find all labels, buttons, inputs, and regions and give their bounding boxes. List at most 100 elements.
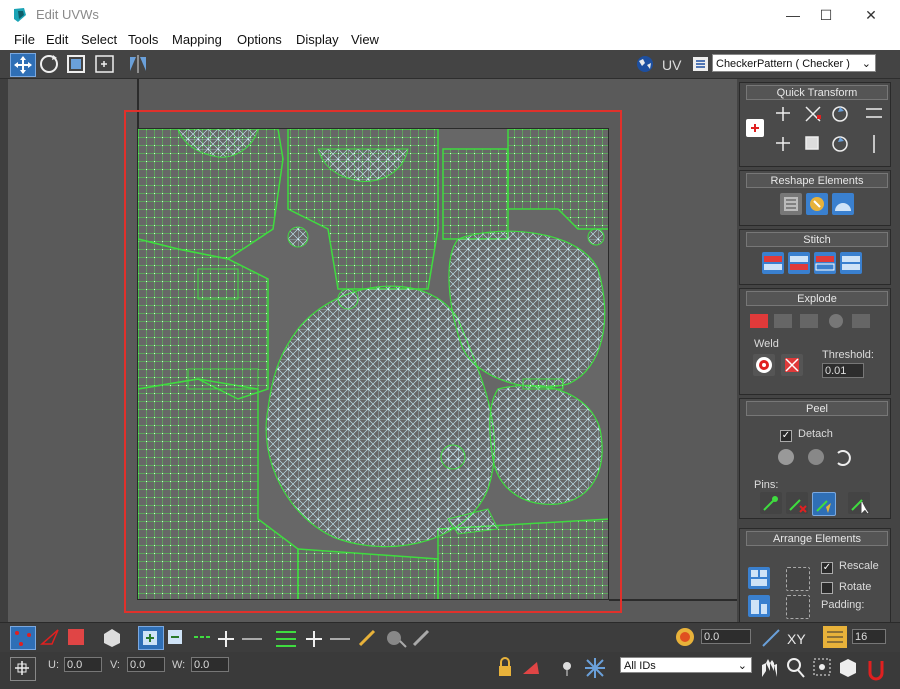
circle-icon <box>835 203 851 211</box>
stitch-source-button[interactable] <box>788 252 810 274</box>
menu-file[interactable]: File <box>14 32 35 47</box>
peel-icons <box>778 449 851 466</box>
selection-highlight <box>124 110 622 613</box>
auto-pin-button[interactable] <box>812 492 836 516</box>
pin-button[interactable] <box>760 492 782 514</box>
pack-together-button[interactable] <box>748 595 770 617</box>
pack-custom-button[interactable] <box>786 567 810 591</box>
vertex-icon <box>15 631 31 646</box>
texture-dropdown[interactable]: CheckerPattern ( Checker ) ⌄ <box>712 54 876 72</box>
grow-selection-button[interactable] <box>138 626 164 650</box>
rotate-checkbox[interactable] <box>821 582 833 594</box>
shrink-selection-button[interactable] <box>164 626 188 648</box>
rollout-header-peel[interactable]: Peel <box>746 401 888 416</box>
pivot-button[interactable] <box>746 119 764 137</box>
app-icon <box>14 8 26 22</box>
move-icon <box>14 56 32 74</box>
vertex-mode-button[interactable] <box>10 626 36 650</box>
grid-value: 16 <box>855 631 868 643</box>
rollout-header-stitch[interactable]: Stitch <box>746 232 888 247</box>
map-button[interactable] <box>633 53 657 75</box>
menu-tools[interactable]: Tools <box>128 32 158 47</box>
relax-button[interactable] <box>806 193 828 215</box>
stitch-average-button[interactable] <box>840 252 862 274</box>
v-value: 0.0 <box>130 659 146 671</box>
select-pins-button[interactable] <box>848 492 870 514</box>
pack-group-button[interactable] <box>786 595 810 619</box>
rotate-icon <box>40 55 58 73</box>
grid-snap-button[interactable] <box>823 626 847 648</box>
padding-label: Padding: <box>821 599 865 611</box>
mirror-icon <box>130 55 146 73</box>
stitch-target-button[interactable] <box>814 252 836 274</box>
soft-selection-icon <box>676 628 694 646</box>
u-label: U: <box>48 659 59 671</box>
stitch-custom-icon <box>764 256 782 270</box>
menu-bar: File Edit Select Tools Mapping Options D… <box>0 30 900 50</box>
menu-mapping[interactable]: Mapping <box>172 32 222 47</box>
scale-icon <box>67 55 85 73</box>
soft-selection-button[interactable] <box>673 626 697 648</box>
absolute-offset-button[interactable] <box>10 657 36 681</box>
circle-button[interactable] <box>832 193 854 215</box>
grid-spinner[interactable]: 16 <box>852 629 886 644</box>
w-value: 0.0 <box>194 659 210 671</box>
stitch-custom-button[interactable] <box>762 252 784 274</box>
menu-view[interactable]: View <box>351 32 379 47</box>
unpin-button[interactable] <box>786 492 808 514</box>
element-mode-button[interactable] <box>100 626 124 648</box>
texture-list-button[interactable] <box>689 53 713 75</box>
weld-selected-icon <box>785 358 799 372</box>
soft-selection-spinner[interactable]: 0.0 <box>701 629 751 644</box>
rotate-tool-button[interactable] <box>37 53 61 75</box>
u-value: 0.0 <box>67 659 83 671</box>
weld-label: Weld <box>754 338 779 350</box>
pins-label: Pins: <box>754 479 779 491</box>
rollout-header-quick-transform[interactable]: Quick Transform <box>746 85 888 100</box>
freeform-tool-button[interactable] <box>93 53 117 75</box>
chevron-down-icon: ⌄ <box>861 58 871 70</box>
menu-select[interactable]: Select <box>81 32 117 47</box>
close-button[interactable]: ✕ <box>848 0 894 30</box>
menu-display[interactable]: Display <box>296 32 339 47</box>
rollout-header-arrange-elements[interactable]: Arrange Elements <box>746 531 888 546</box>
uv-mode-label[interactable]: UV <box>662 57 681 73</box>
w-spinner[interactable]: 0.0 <box>191 657 229 672</box>
v-spinner[interactable]: 0.0 <box>127 657 165 672</box>
rollout-header-reshape-elements[interactable]: Reshape Elements <box>746 173 888 188</box>
rescale-label: Rescale <box>839 560 879 572</box>
pivot-icon <box>751 124 759 132</box>
stitch-average-icon <box>842 256 860 270</box>
grow-icon <box>143 631 157 645</box>
move-tool-button[interactable] <box>10 53 36 77</box>
rescale-checkbox[interactable]: ✓ <box>821 562 833 574</box>
straighten-icon <box>784 197 798 211</box>
menu-options[interactable]: Options <box>237 32 282 47</box>
threshold-spinner[interactable]: 0.01 <box>822 363 864 378</box>
rollout-header-explode[interactable]: Explode <box>746 291 888 306</box>
falloff-icon <box>762 629 780 647</box>
window-title: Edit UVWs <box>36 7 99 22</box>
u-spinner[interactable]: 0.0 <box>64 657 102 672</box>
menu-edit[interactable]: Edit <box>46 32 68 47</box>
weld-selected-button[interactable] <box>781 354 803 376</box>
xy-mode-label[interactable]: XY <box>787 631 806 647</box>
edge-mode-button[interactable] <box>38 626 62 648</box>
pack-icon <box>751 570 767 586</box>
mirror-tool-button[interactable] <box>126 53 150 75</box>
face-mode-button[interactable] <box>64 626 88 648</box>
chevron-down-icon: ⌄ <box>737 660 747 672</box>
pack-normalize-button[interactable] <box>748 567 770 589</box>
maximize-button[interactable]: ☐ <box>803 0 849 30</box>
detach-checkbox[interactable]: ✓ <box>780 430 792 442</box>
material-id-dropdown[interactable]: All IDs ⌄ <box>620 657 752 673</box>
unpin-icon <box>789 499 807 513</box>
scale-tool-button[interactable] <box>64 53 88 75</box>
weld-target-button[interactable] <box>753 354 775 376</box>
straighten-button[interactable] <box>780 193 802 215</box>
pin-icon <box>763 496 778 511</box>
rollout-reshape-elements: Reshape Elements <box>739 170 891 226</box>
element-icon <box>104 629 120 647</box>
lock-and-filter-icons <box>499 657 605 678</box>
soft-selection-value: 0.0 <box>704 631 720 643</box>
